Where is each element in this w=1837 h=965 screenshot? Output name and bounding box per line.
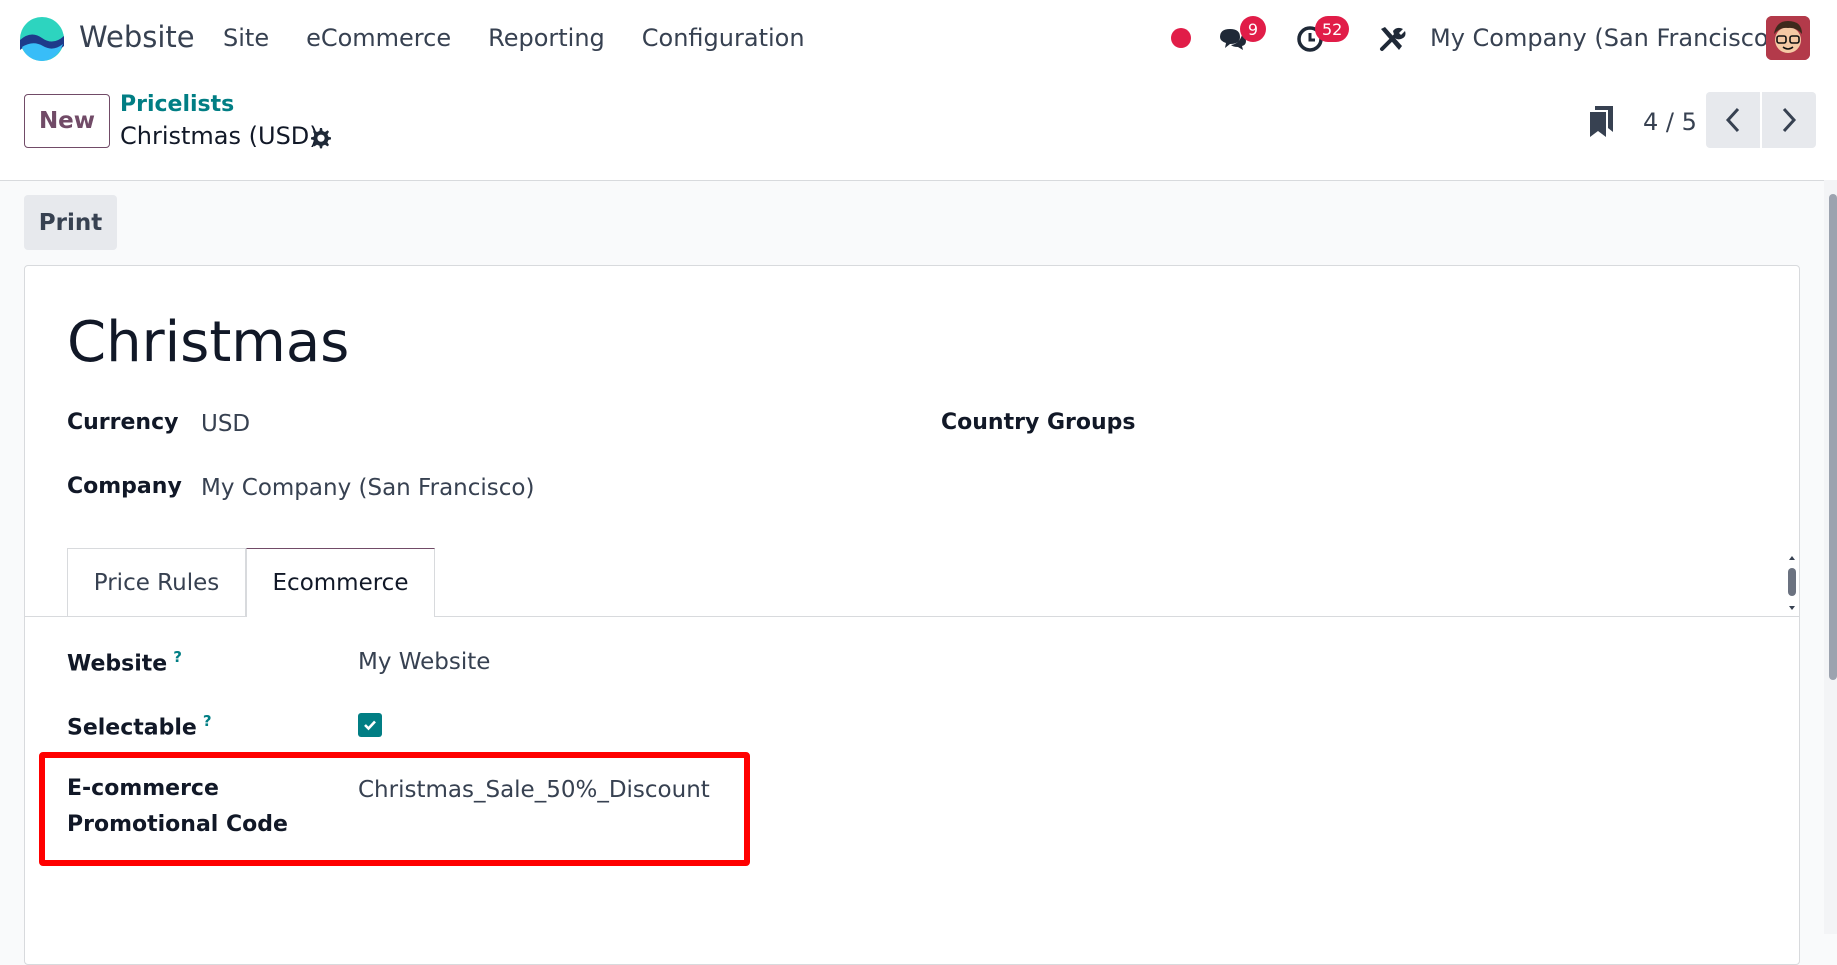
pager-value[interactable]: 4 / 5 [1643, 108, 1697, 136]
control-panel: New Pricelists Christmas (USD) 4 / 5 [0, 78, 1837, 181]
company-switcher[interactable]: My Company (San Francisco) [1430, 24, 1778, 52]
debug-tools-icon[interactable] [1377, 24, 1407, 54]
menu-item-ecommerce[interactable]: eCommerce [306, 24, 451, 52]
website-field[interactable]: My Website [358, 649, 490, 675]
main-menu: Site eCommerce Reporting Configuration [223, 24, 842, 52]
tabs-scrollbar[interactable] [1786, 553, 1798, 613]
pager-next-button[interactable] [1762, 92, 1816, 148]
bookmark-icon[interactable] [1589, 104, 1615, 138]
new-record-button[interactable]: New [24, 94, 110, 148]
country-groups-label: Country Groups [941, 410, 1136, 435]
main-navbar: Website Site eCommerce Reporting Configu… [0, 0, 1837, 78]
website-label: Website? [67, 648, 182, 676]
website-app-logo-icon[interactable] [19, 16, 65, 62]
chevron-right-icon [1782, 107, 1797, 133]
record-title[interactable]: Christmas [67, 310, 349, 375]
website-help-tooltip[interactable]: ? [173, 648, 182, 666]
page-scrollbar-thumb[interactable] [1829, 194, 1837, 680]
currency-field[interactable]: USD [201, 411, 250, 437]
breadcrumb-pricelists-link[interactable]: Pricelists [120, 92, 234, 117]
gear-icon[interactable] [308, 126, 332, 150]
notebook-tabs: Price Rules Ecommerce [24, 548, 1800, 617]
selectable-label-text: Selectable [67, 715, 197, 741]
selectable-help-tooltip[interactable]: ? [203, 712, 212, 730]
selectable-checkbox[interactable] [358, 713, 382, 737]
website-label-text: Website [67, 651, 168, 677]
recording-indicator-icon[interactable] [1171, 28, 1191, 48]
menu-item-reporting[interactable]: Reporting [488, 24, 605, 52]
breadcrumb-current-record: Christmas (USD) [120, 122, 319, 150]
menu-item-configuration[interactable]: Configuration [642, 24, 805, 52]
tab-ecommerce[interactable]: Ecommerce [246, 548, 435, 617]
company-label: Company [67, 474, 182, 499]
messages-count-badge: 9 [1240, 16, 1266, 42]
menu-item-site[interactable]: Site [223, 24, 269, 52]
currency-label: Currency [67, 410, 179, 435]
user-avatar[interactable] [1766, 16, 1810, 60]
activities-count-badge: 52 [1315, 16, 1350, 42]
print-button[interactable]: Print [24, 195, 117, 250]
company-field[interactable]: My Company (San Francisco) [201, 475, 534, 501]
pager-previous-button[interactable] [1706, 92, 1760, 148]
promo-code-highlight-box [39, 752, 750, 866]
chevron-left-icon [1725, 107, 1740, 133]
app-name[interactable]: Website [79, 20, 195, 54]
checkmark-icon [364, 720, 376, 731]
selectable-label: Selectable? [67, 712, 212, 740]
tab-price-rules[interactable]: Price Rules [67, 548, 246, 616]
